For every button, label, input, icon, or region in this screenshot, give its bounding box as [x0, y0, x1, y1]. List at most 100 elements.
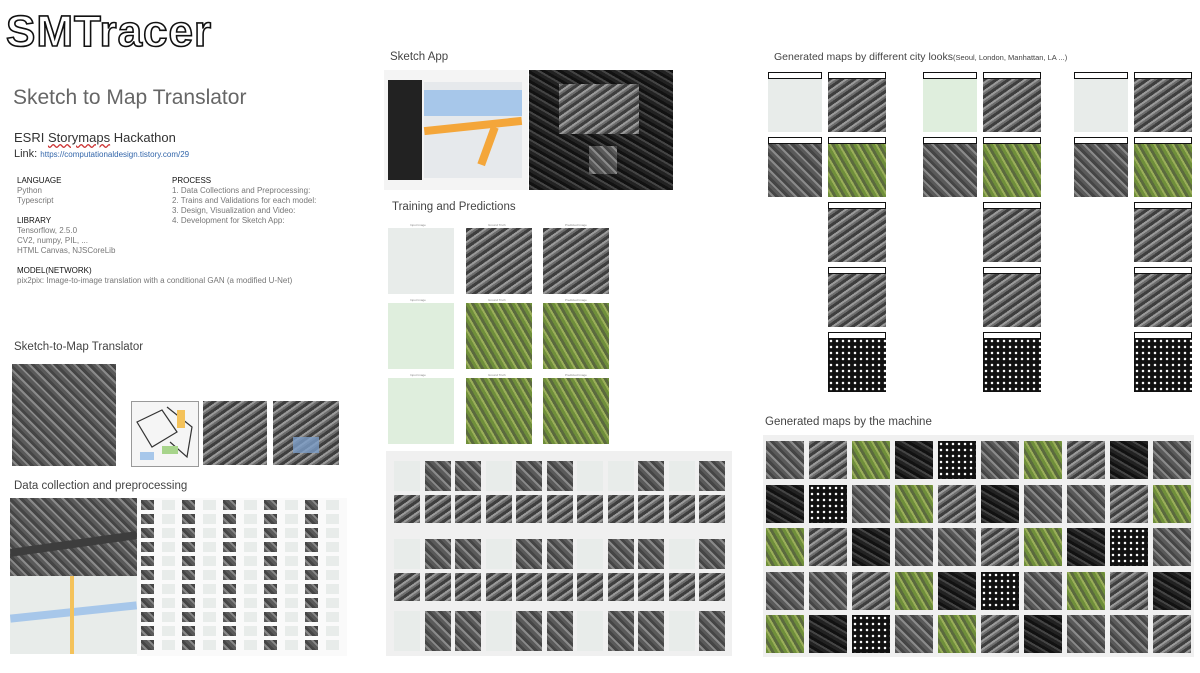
epoch-tile [485, 573, 512, 601]
epoch-tile [424, 539, 451, 569]
data-tile [284, 556, 298, 566]
epoch-tile [668, 573, 695, 601]
data-tile [264, 570, 277, 580]
data-tile [182, 612, 195, 622]
epoch-tile [699, 573, 725, 601]
sketch-app-canvas [423, 82, 523, 178]
data-tile [223, 570, 236, 580]
generated-map-tile [895, 528, 933, 566]
data-tile [182, 528, 195, 538]
epoch-tile [638, 495, 664, 523]
data-tile [284, 640, 298, 650]
city-label [983, 202, 1041, 209]
epoch-tile [516, 611, 542, 651]
epoch-tile [668, 611, 695, 651]
epoch-tile [699, 461, 725, 491]
city-label [1134, 137, 1192, 144]
data-tile [305, 500, 318, 510]
sketch-app-screenshot [384, 70, 528, 190]
epoch-tile [668, 539, 695, 569]
epoch-tile [668, 461, 695, 491]
training-caption: Ground Truth [488, 223, 506, 227]
generated-map-tile [852, 528, 890, 566]
generated-map-tile [1110, 484, 1148, 523]
machine-generated-grid [763, 435, 1194, 657]
epoch-tile [699, 539, 725, 569]
training-caption: Predicted Image [565, 298, 587, 302]
data-tile [202, 570, 216, 580]
data-tile [305, 612, 318, 622]
city-input-image [1074, 78, 1128, 132]
epoch-tile [424, 573, 451, 601]
generated-map-tile [809, 528, 847, 566]
data-tile [141, 626, 154, 636]
logo: SMTracer [5, 7, 213, 56]
epoch-tile [577, 611, 603, 651]
data-tile [264, 556, 277, 566]
city-input-image [1074, 143, 1128, 197]
city-generated-image [983, 338, 1041, 392]
data-tile [141, 570, 154, 580]
data-tile [161, 626, 175, 636]
data-tile [325, 500, 339, 510]
epoch-tile [455, 461, 481, 491]
satellite-image [12, 364, 116, 466]
epoch-tile [455, 495, 481, 523]
data-tile [264, 542, 277, 552]
generated-map-tile [938, 484, 976, 523]
epoch-tile [455, 611, 481, 651]
epoch-tile [638, 539, 664, 569]
city-label [768, 72, 822, 79]
data-tile [325, 570, 339, 580]
generated-map-tile [981, 441, 1019, 479]
model-heading: MODEL(NETWORK) [17, 266, 92, 275]
epoch-tile [699, 611, 725, 651]
epoch-tile [577, 539, 603, 569]
epoch-tile [607, 461, 634, 491]
data-tile [305, 514, 318, 524]
city-generated-image [828, 143, 886, 197]
generated-map-tile [852, 571, 890, 610]
data-tile [325, 584, 339, 594]
epoch-tile [546, 539, 573, 569]
data-tile [182, 584, 195, 594]
city-label [1074, 72, 1128, 79]
data-tile [305, 528, 318, 538]
data-tile [284, 542, 298, 552]
generated-map-tile [1024, 528, 1062, 566]
data-tile [161, 570, 175, 580]
translated-map-2 [273, 401, 339, 465]
generated-map-tile [809, 571, 847, 610]
epoch-progress-panel [386, 451, 732, 656]
data-tile [243, 640, 257, 650]
epoch-tile [516, 539, 542, 569]
data-tile [223, 584, 236, 594]
city-input-image [768, 78, 822, 132]
city-input-image [923, 143, 977, 197]
data-tile [243, 612, 257, 622]
training-caption: Predicted Image [565, 373, 587, 377]
input-image [388, 303, 454, 369]
city-generated-image [983, 78, 1041, 132]
generated-map-tile [981, 484, 1019, 523]
generated-map-tile [1153, 528, 1191, 566]
city-label [828, 202, 886, 209]
data-tile [284, 626, 298, 636]
data-tile [202, 528, 216, 538]
project-url-link[interactable]: https://computationaldesign.tistory.com/… [40, 150, 189, 159]
training-caption: Predicted Image [565, 223, 587, 227]
language-heading: LANGUAGE [17, 176, 62, 185]
epoch-tile [485, 539, 512, 569]
generated-map-tile [1110, 441, 1148, 479]
generated-map-tile [1153, 441, 1191, 479]
generated-map-tile [1024, 484, 1062, 523]
epoch-tile [485, 495, 512, 523]
city-looks-grid [768, 72, 1196, 396]
epoch-tile [394, 461, 420, 491]
sketch-app-3d-view [529, 70, 673, 190]
epoch-tile [668, 495, 695, 523]
city-label [983, 137, 1041, 144]
data-tile [182, 500, 195, 510]
data-tile [325, 514, 339, 524]
data-tile [161, 542, 175, 552]
